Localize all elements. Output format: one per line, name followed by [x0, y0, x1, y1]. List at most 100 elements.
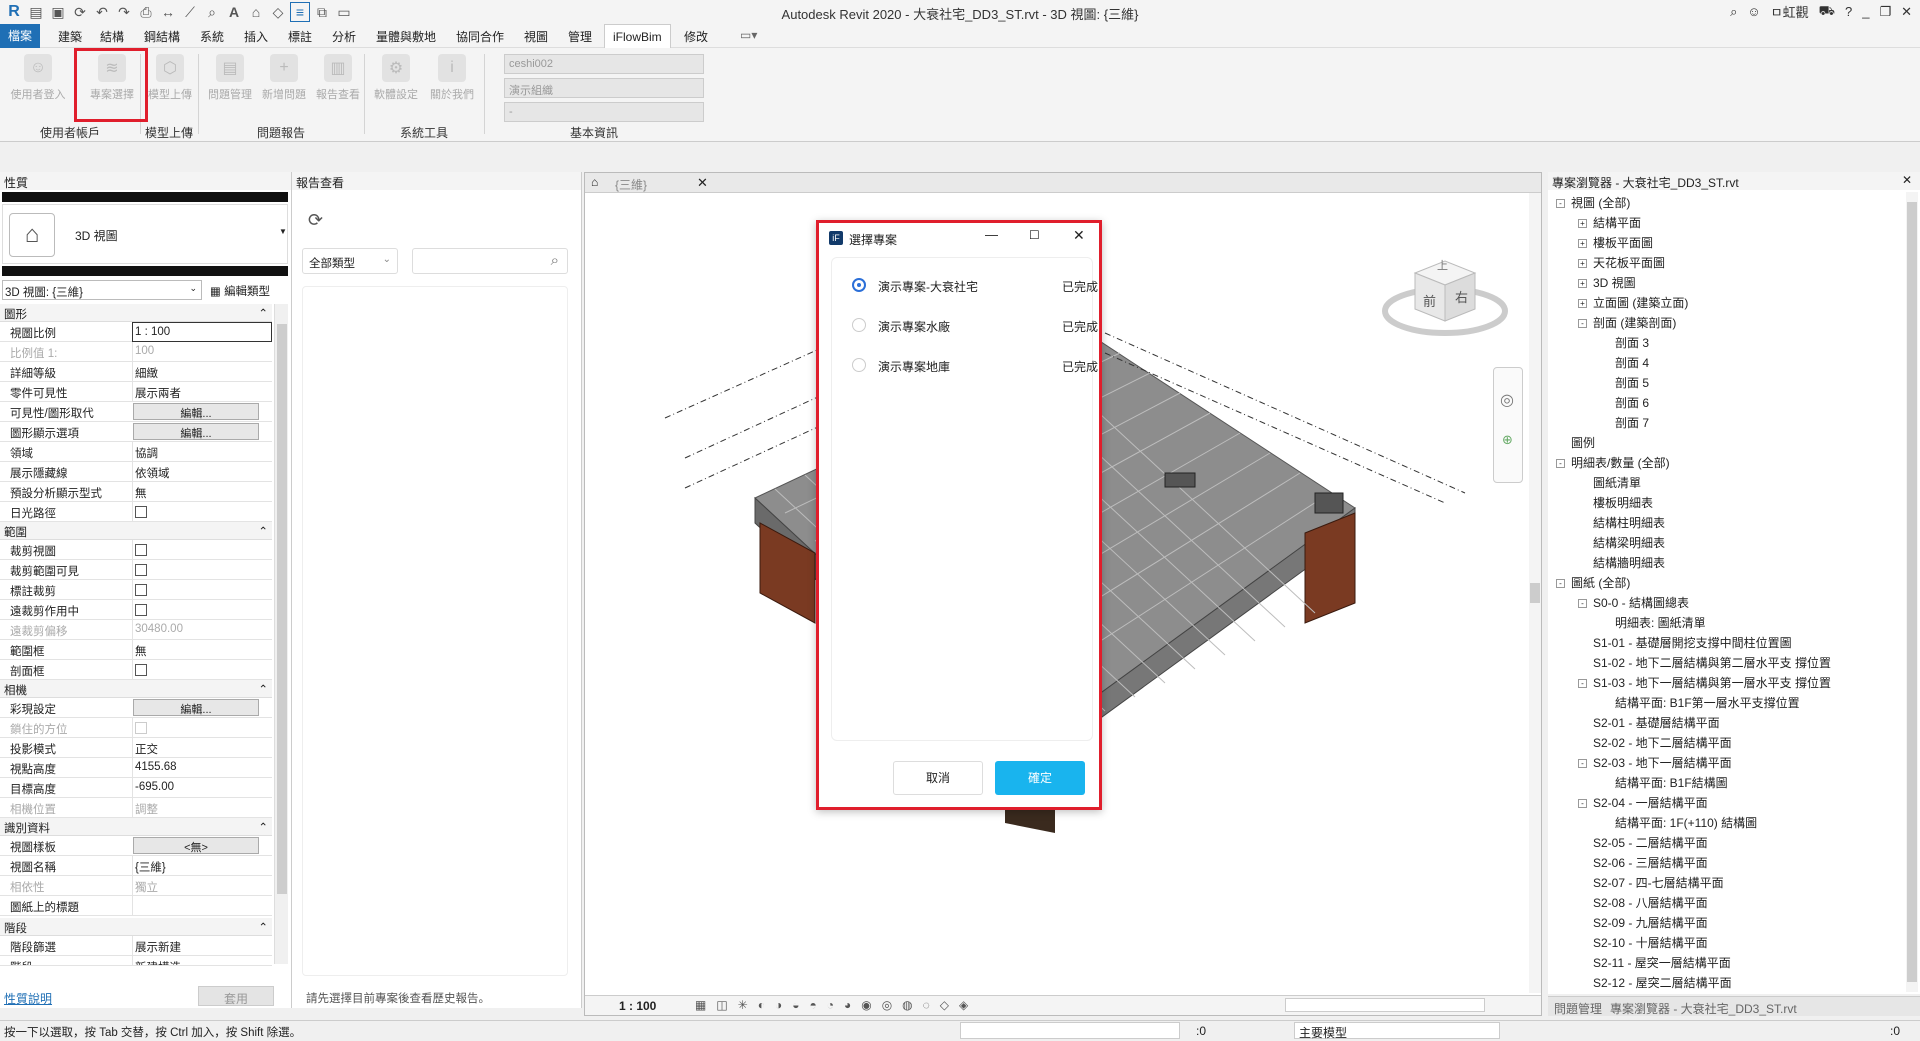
dimension-icon[interactable]: ⟋ — [180, 2, 200, 22]
cube-face-front[interactable]: 前 — [1423, 291, 1436, 310]
steering-wheel-icon[interactable]: ◎ — [1500, 390, 1514, 410]
scrollbar-thumb[interactable] — [277, 324, 287, 894]
minimize-button[interactable]: — — [985, 227, 998, 242]
tab-systems[interactable]: 系統 — [200, 28, 224, 45]
tree-node[interactable]: S2-08 - 八層結構平面 — [1578, 894, 1708, 911]
prop-row[interactable]: 日光路徑 — [0, 502, 272, 522]
tree-node[interactable]: + 天花板平面圖 — [1578, 254, 1665, 271]
navigation-bar[interactable]: ◎ ⊕ — [1493, 367, 1523, 483]
tab-insert[interactable]: 插入 — [244, 28, 268, 45]
tree-node[interactable]: 圖紙清單 — [1578, 474, 1641, 491]
category-camera[interactable]: 相機 ⌃ — [0, 680, 272, 698]
tree-node[interactable]: S1-02 - 地下二層結構與第二層水平支 撐位置 — [1578, 654, 1831, 671]
apply-button[interactable]: 套用 — [198, 986, 274, 1006]
project-option-1[interactable]: 演示專案-大衰社宅 已完成 — [852, 278, 1098, 294]
tab-issue-manage[interactable]: 問題管理 — [1554, 1000, 1602, 1017]
tree-node[interactable]: + 樓板平面圖 — [1578, 234, 1653, 251]
tree-node[interactable]: S2-02 - 地下二層結構平面 — [1578, 734, 1732, 751]
3d-view-icon[interactable]: ⌂ — [246, 2, 266, 22]
tree-node[interactable]: - 圖紙 (全部) — [1556, 574, 1630, 591]
refresh-icon[interactable]: ⟳ — [308, 210, 323, 231]
tree-node[interactable]: 結構牆明細表 — [1578, 554, 1665, 571]
tree-node[interactable]: - S0-0 - 結構圖總表 — [1578, 594, 1689, 611]
prop-row[interactable]: 展示隱藏線 依領域 — [0, 462, 272, 482]
report-search-input[interactable]: ⌕ — [412, 248, 568, 274]
browser-scrollbar[interactable] — [1906, 192, 1918, 992]
crop-visible-checkbox[interactable] — [135, 564, 147, 576]
collapse-icon[interactable]: - — [1578, 799, 1587, 809]
type-filter-dropdown[interactable]: 全部類型 ⌄ — [302, 248, 398, 274]
view-tab-label[interactable]: {三維} — [615, 176, 647, 193]
category-phasing[interactable]: 階段 ⌃ — [0, 918, 272, 936]
prop-row[interactable]: 遠裁剪作用中 — [0, 600, 272, 620]
expand-icon[interactable]: + — [1578, 279, 1587, 289]
chevron-down-icon[interactable]: ▼ — [279, 227, 287, 236]
measure-icon[interactable]: ↔ — [158, 2, 178, 22]
edit-button[interactable]: 編輯... — [133, 403, 259, 420]
maximize-button[interactable]: ☐ — [1029, 228, 1040, 242]
view-template-button[interactable]: <無> — [133, 837, 259, 854]
far-clip-checkbox[interactable] — [135, 604, 147, 616]
tree-node[interactable]: 明細表: 圖紙清單 — [1600, 614, 1706, 631]
tab-file[interactable]: 檔案 — [0, 24, 41, 48]
prop-row[interactable]: 零件可見性 展示兩者 — [0, 382, 272, 402]
prop-row[interactable]: 視點高度 4155.68 — [0, 758, 272, 778]
tree-node[interactable]: 剖面 5 — [1600, 374, 1649, 391]
report-view-button[interactable]: ▥ 報告查看 — [310, 52, 366, 104]
prop-row[interactable]: 範圍框無 — [0, 640, 272, 660]
save-icon[interactable]: ▣ — [48, 2, 68, 22]
scrollbar-thumb[interactable] — [1530, 583, 1540, 603]
collapse-icon[interactable]: - — [1578, 599, 1587, 609]
tree-node[interactable]: S2-01 - 基礎層結構平面 — [1578, 714, 1720, 731]
expand-icon[interactable]: + — [1578, 299, 1587, 309]
prop-row[interactable]: 相依性 獨立 — [0, 876, 272, 896]
tab-structure[interactable]: 結構 — [100, 28, 124, 45]
instance-selector[interactable]: 3D 視圖: {三維} ⌄ — [2, 280, 202, 300]
viewport-hscroll[interactable] — [1285, 998, 1485, 1012]
expand-icon[interactable]: + — [1578, 239, 1587, 249]
tree-node[interactable]: S2-07 - 四-七層結構平面 — [1578, 874, 1724, 891]
login-button[interactable]: ☺ 使用者登入 — [10, 52, 66, 104]
tree-node[interactable]: 圖例 — [1556, 434, 1595, 451]
tab-project-browser[interactable]: 專案瀏覽器 - 大衰社宅_DD3_ST.rvt — [1610, 1000, 1797, 1017]
scrollbar-thumb[interactable] — [1907, 202, 1917, 982]
view-control-icons[interactable]: ▦◫✳◐◑◒◓◔◕◉◎◍◌◇◈ — [695, 998, 978, 1012]
expand-icon[interactable]: + — [1578, 259, 1587, 269]
prop-row[interactable]: 剖面框 — [0, 660, 272, 680]
sync-icon[interactable]: ⟳ — [70, 2, 90, 22]
type-selector[interactable]: ⌂ 3D 視圖 ▼ — [2, 204, 288, 264]
open-icon[interactable]: ▤ — [26, 2, 46, 22]
tab-annotate[interactable]: 標註 — [288, 28, 312, 45]
tree-node[interactable]: S2-09 - 九層結構平面 — [1578, 914, 1708, 931]
prop-row[interactable]: 裁剪範圍可見 — [0, 560, 272, 580]
user-icon[interactable]: ☺ — [1747, 4, 1760, 19]
tree-node[interactable]: 剖面 4 — [1600, 354, 1649, 371]
workset-dropdown[interactable] — [960, 1022, 1180, 1039]
tree-node[interactable]: 樓板明細表 — [1578, 494, 1653, 511]
about-button[interactable]: i 關於我們 — [424, 52, 480, 104]
cart-icon[interactable]: ⛟ — [1819, 3, 1835, 21]
revit-logo-icon[interactable]: R — [4, 2, 24, 22]
prop-row[interactable]: 圖形顯示選項 編輯... — [0, 422, 272, 442]
close-tab-icon[interactable]: ✕ — [697, 175, 708, 191]
close-icon[interactable]: ✕ — [1902, 173, 1912, 187]
tab-manage[interactable]: 管理 — [568, 28, 592, 45]
tab-modify[interactable]: 修改 — [684, 28, 708, 45]
tab-view[interactable]: 視圖 — [524, 28, 548, 45]
properties-scrollbar[interactable] — [274, 304, 288, 964]
project-option-2[interactable]: 演示專案水廠 已完成 — [852, 318, 1098, 334]
prop-row[interactable]: 領域 協調 — [0, 442, 272, 462]
section-icon[interactable]: ◇ — [268, 2, 288, 22]
properties-help-link[interactable]: 性質說明 — [4, 990, 52, 1007]
tree-node[interactable]: +3D 視圖 — [1578, 274, 1636, 291]
sun-path-checkbox[interactable] — [135, 506, 147, 518]
tab-steel[interactable]: 鋼結構 — [144, 28, 180, 45]
prop-row[interactable]: 鎖住的方位 — [0, 718, 272, 738]
tree-node[interactable]: S2-06 - 三層結構平面 — [1578, 854, 1708, 871]
tab-iflowbim[interactable]: iFlowBim — [604, 24, 671, 49]
edit-button[interactable]: 編輯... — [133, 423, 259, 440]
prop-row[interactable]: 可見性/圖形取代 編輯... — [0, 402, 272, 422]
project-option-3[interactable]: 演示專案地庫 已完成 — [852, 358, 1098, 374]
view-cube[interactable]: 上 前 右 — [1375, 233, 1515, 343]
category-extents[interactable]: 範圍 ⌃ — [0, 522, 272, 540]
